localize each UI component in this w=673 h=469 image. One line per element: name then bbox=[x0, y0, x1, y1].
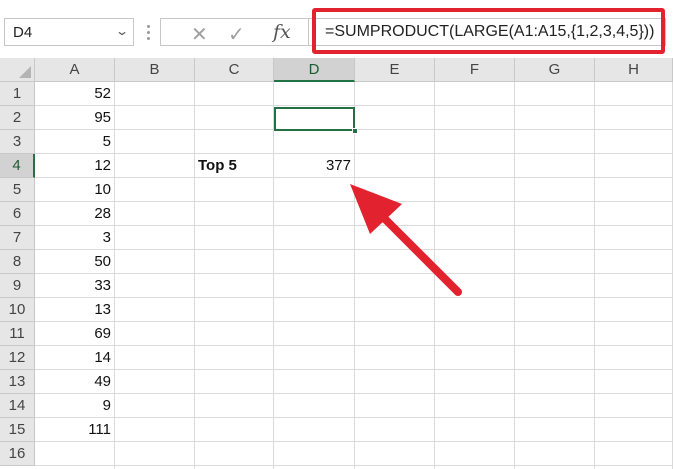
cell-a11[interactable]: 69 bbox=[35, 325, 115, 342]
row-header-14[interactable]: 14 bbox=[0, 394, 35, 418]
gridline-vertical bbox=[434, 82, 435, 469]
cell-a14[interactable]: 9 bbox=[35, 397, 115, 414]
row-header-6[interactable]: 6 bbox=[0, 202, 35, 226]
gridline-horizontal bbox=[35, 441, 673, 442]
name-box-value: D4 bbox=[13, 24, 33, 41]
cell-a5[interactable]: 10 bbox=[35, 181, 115, 198]
column-header-f[interactable]: F bbox=[435, 58, 515, 82]
gridline-horizontal bbox=[35, 201, 673, 202]
corner-triangle-icon bbox=[19, 66, 31, 78]
gridline-horizontal bbox=[35, 321, 673, 322]
select-all-button[interactable] bbox=[0, 58, 35, 82]
column-header-g[interactable]: G bbox=[515, 58, 595, 82]
chevron-down-icon[interactable]: ⌄ bbox=[115, 24, 129, 38]
cell-a7[interactable]: 3 bbox=[35, 229, 115, 246]
gridline-vertical bbox=[194, 82, 195, 469]
gridline-horizontal bbox=[35, 345, 673, 346]
cell-a3[interactable]: 5 bbox=[35, 133, 115, 150]
cell-d4-result[interactable]: 377 bbox=[274, 157, 355, 174]
fill-handle[interactable] bbox=[352, 128, 358, 134]
column-header-d[interactable]: D bbox=[274, 58, 355, 82]
row-header-2[interactable]: 2 bbox=[0, 106, 35, 130]
gridline-vertical bbox=[594, 82, 595, 469]
gridline-horizontal bbox=[35, 393, 673, 394]
row-header-4[interactable]: 4 bbox=[0, 154, 35, 178]
cell-a8[interactable]: 50 bbox=[35, 253, 115, 270]
row-header-5[interactable]: 5 bbox=[0, 178, 35, 202]
gridline-vertical bbox=[354, 82, 355, 469]
cell-a10[interactable]: 13 bbox=[35, 301, 115, 318]
row-header-7[interactable]: 7 bbox=[0, 226, 35, 250]
gridline-horizontal bbox=[35, 249, 673, 250]
formula-buttons: ✕ ✓ fx bbox=[160, 18, 308, 46]
cell-a15[interactable]: 111 bbox=[35, 421, 115, 438]
formula-highlight-box bbox=[312, 8, 665, 54]
gridline-horizontal bbox=[35, 105, 673, 106]
enter-icon[interactable]: ✓ bbox=[228, 22, 245, 47]
column-header-h[interactable]: H bbox=[595, 58, 673, 82]
row-header-13[interactable]: 13 bbox=[0, 370, 35, 394]
cancel-icon[interactable]: ✕ bbox=[191, 22, 208, 47]
cell-a13[interactable]: 49 bbox=[35, 373, 115, 390]
gridline-horizontal bbox=[35, 417, 673, 418]
gridline-horizontal bbox=[35, 225, 673, 226]
cell-a2[interactable]: 95 bbox=[35, 109, 115, 126]
gridline-vertical bbox=[273, 82, 274, 469]
row-header-15[interactable]: 15 bbox=[0, 418, 35, 442]
formula-bar: D4 ⌄ ✕ ✓ fx =SUMPRODUCT(LARGE(A1:A15,{1,… bbox=[0, 0, 673, 58]
column-header-e[interactable]: E bbox=[355, 58, 435, 82]
cell-a4[interactable]: 12 bbox=[35, 157, 115, 174]
column-header-a[interactable]: A bbox=[35, 58, 115, 82]
gridline-horizontal bbox=[35, 465, 673, 466]
gridline-horizontal bbox=[35, 297, 673, 298]
cell-a12[interactable]: 14 bbox=[35, 349, 115, 366]
gridline-horizontal bbox=[35, 153, 673, 154]
row-header-10[interactable]: 10 bbox=[0, 298, 35, 322]
gridline-horizontal bbox=[35, 273, 673, 274]
gridline-horizontal bbox=[35, 369, 673, 370]
row-header-16[interactable]: 16 bbox=[0, 442, 35, 466]
row-header-12[interactable]: 12 bbox=[0, 346, 35, 370]
cell-a1[interactable]: 52 bbox=[35, 85, 115, 102]
row-header-11[interactable]: 11 bbox=[0, 322, 35, 346]
cell-a6[interactable]: 28 bbox=[35, 205, 115, 222]
gridline-vertical bbox=[514, 82, 515, 469]
row-header-1[interactable]: 1 bbox=[0, 82, 35, 106]
drag-handle-icon[interactable] bbox=[145, 22, 151, 44]
column-header-c[interactable]: C bbox=[195, 58, 274, 82]
insert-function-icon[interactable]: fx bbox=[273, 21, 291, 43]
row-header-9[interactable]: 9 bbox=[0, 274, 35, 298]
cell-a9[interactable]: 33 bbox=[35, 277, 115, 294]
column-header-b[interactable]: B bbox=[115, 58, 195, 82]
cell-c4-label[interactable]: Top 5 bbox=[198, 157, 237, 174]
gridline-horizontal bbox=[35, 177, 673, 178]
active-cell-border bbox=[274, 107, 355, 131]
name-box[interactable]: D4 ⌄ bbox=[4, 18, 134, 46]
row-header-8[interactable]: 8 bbox=[0, 250, 35, 274]
row-header-3[interactable]: 3 bbox=[0, 130, 35, 154]
